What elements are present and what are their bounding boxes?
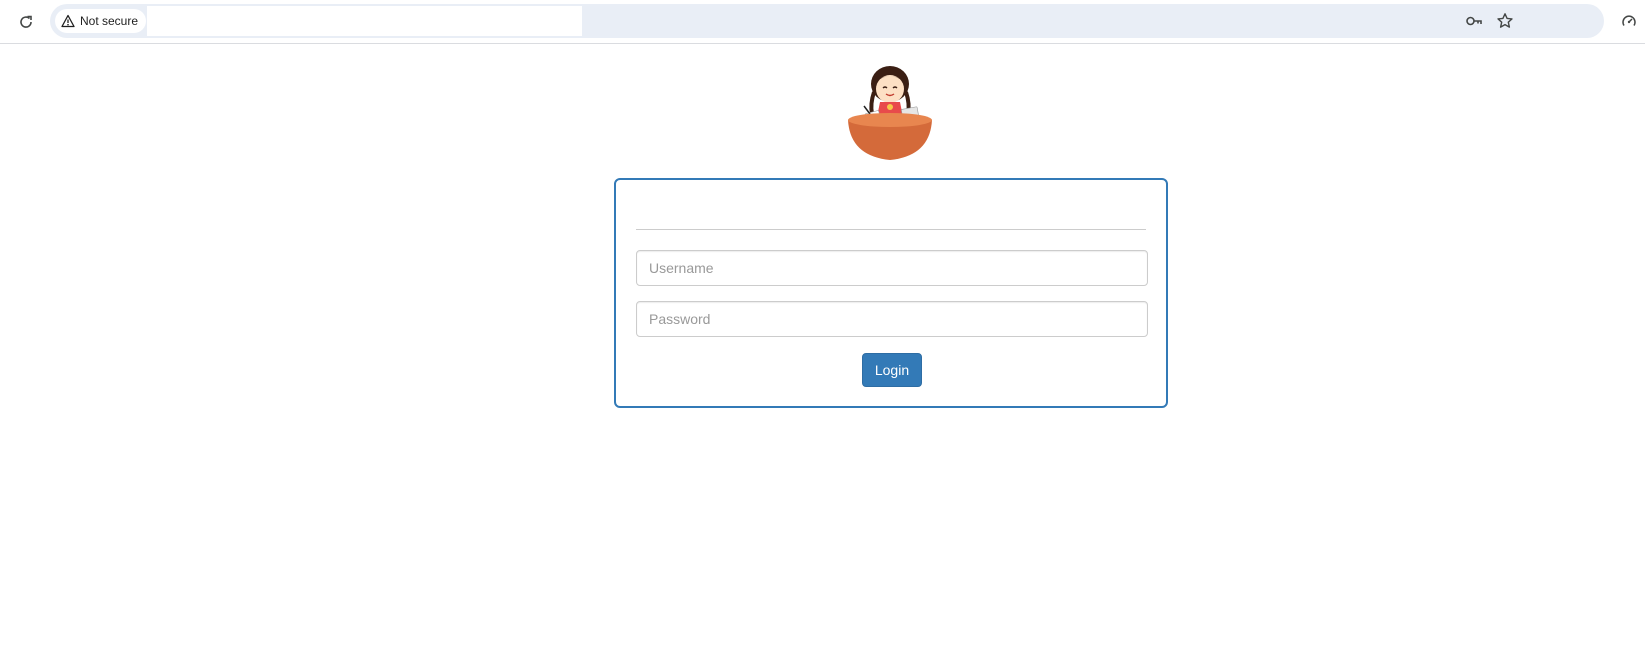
mascot-logo-image <box>848 66 932 160</box>
security-status-chip[interactable]: Not secure <box>55 9 147 33</box>
star-icon <box>1497 13 1513 28</box>
performance-button[interactable] <box>1616 8 1642 34</box>
bookmark-button[interactable] <box>1493 9 1517 33</box>
key-icon <box>1466 16 1482 26</box>
login-button[interactable]: Login <box>862 353 922 387</box>
security-label: Not secure <box>80 14 139 28</box>
username-input[interactable] <box>636 250 1148 286</box>
reload-button[interactable] <box>12 8 40 36</box>
gauge-icon <box>1622 15 1636 26</box>
warning-triangle-icon <box>61 14 75 28</box>
url-input[interactable] <box>147 6 582 36</box>
login-heading <box>636 188 1146 210</box>
password-input[interactable] <box>636 301 1148 337</box>
login-panel: Login <box>614 178 1168 408</box>
reload-icon <box>20 15 32 28</box>
address-bar[interactable]: Not secure <box>50 4 1604 38</box>
browser-toolbar: Not secure <box>0 0 1645 44</box>
divider <box>636 229 1146 230</box>
password-manager-button[interactable] <box>1462 9 1486 33</box>
